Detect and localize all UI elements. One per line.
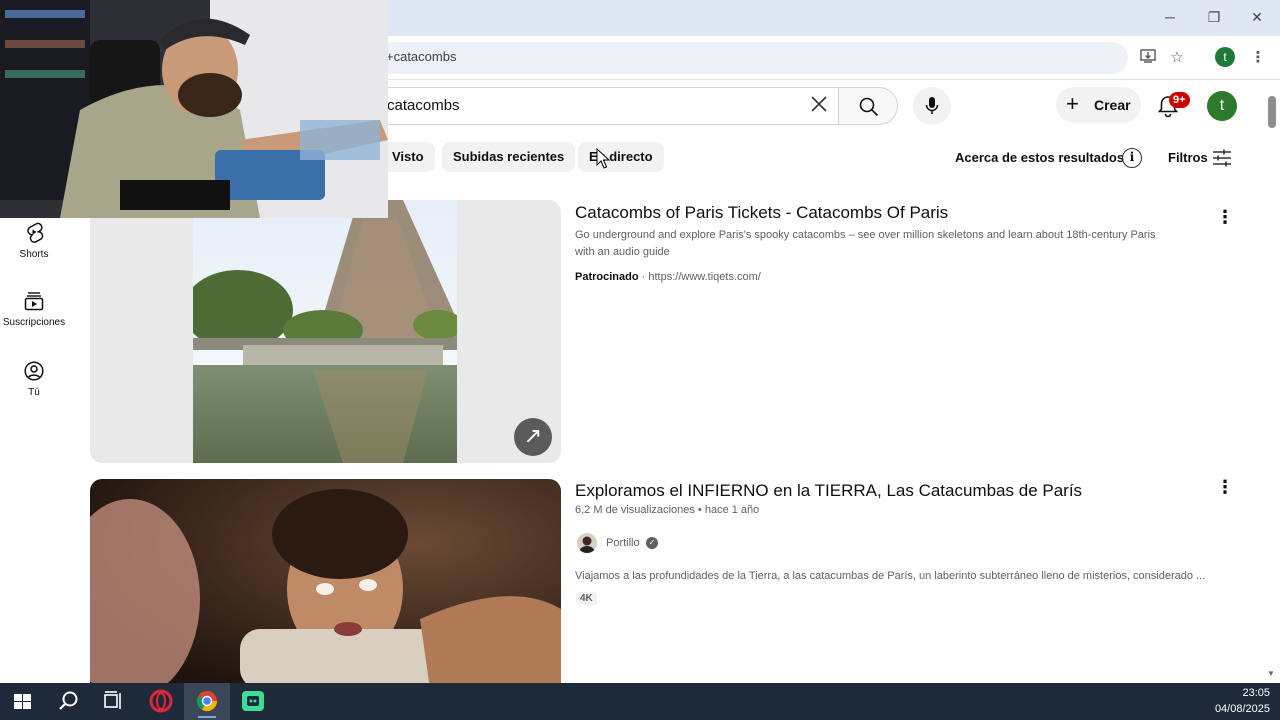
restore-button[interactable]: ❐ xyxy=(1198,6,1230,28)
scrollbar-thumb[interactable] xyxy=(1268,96,1276,128)
video-views: 6,2 M de visualizaciones xyxy=(575,504,695,516)
minimize-button[interactable]: ─ xyxy=(1154,6,1186,28)
shorts-icon xyxy=(27,222,44,243)
sidebar-item-shorts[interactable]: Shorts xyxy=(0,221,68,260)
filters-sliders-icon[interactable] xyxy=(1212,149,1232,167)
task-view-icon[interactable] xyxy=(90,683,136,720)
video-thumbnail[interactable] xyxy=(90,479,561,689)
sidebar-label-you: Tú xyxy=(28,387,40,398)
about-results-link[interactable]: Acerca de estos resultados xyxy=(955,150,1124,165)
ad-more-options-icon[interactable]: ⋮ xyxy=(1216,207,1234,227)
system-clock[interactable]: 23:05 04/08/2025 xyxy=(1215,685,1270,717)
clock-date: 04/08/2025 xyxy=(1214,703,1270,715)
chip-watched[interactable]: Visto xyxy=(381,142,435,172)
streaming-app-icon[interactable] xyxy=(230,683,276,720)
install-app-icon[interactable] xyxy=(1138,48,1158,68)
channel-avatar[interactable] xyxy=(577,533,597,553)
bookmark-star-icon[interactable]: ☆ xyxy=(1167,48,1187,68)
mouse-cursor-icon xyxy=(596,148,610,169)
microphone-icon xyxy=(925,97,939,114)
filters-button[interactable]: Filtros xyxy=(1168,150,1208,165)
chip-recent-uploads[interactable]: Subidas recientes xyxy=(442,142,576,172)
quality-badge: 4K xyxy=(576,592,597,605)
video-description: Viajamos a las profundidades de la Tierr… xyxy=(575,570,1206,582)
voice-search-button[interactable] xyxy=(913,87,951,125)
ad-description-line1: Go underground and explore Paris's spook… xyxy=(575,229,1156,241)
scroll-down-arrow[interactable]: ▼ xyxy=(1267,669,1275,678)
meta-separator: · xyxy=(641,271,646,283)
open-link-arrow-icon[interactable]: ↗ xyxy=(514,418,552,456)
ad-description-line2: with an audio guide xyxy=(575,246,670,258)
plus-icon: + xyxy=(1066,91,1079,116)
chrome-profile-avatar[interactable]: t xyxy=(1215,47,1235,67)
close-window-button[interactable]: ✕ xyxy=(1241,6,1273,28)
sidebar-label-shorts: Shorts xyxy=(19,249,49,260)
sidebar-label-subscriptions: Suscripciones xyxy=(2,317,66,328)
channel-name[interactable]: Portillo xyxy=(606,537,640,549)
create-label: Crear xyxy=(1094,97,1131,113)
video-more-options-icon[interactable]: ⋮ xyxy=(1216,477,1234,497)
create-button[interactable]: + Crear xyxy=(1056,87,1141,123)
subscriptions-icon xyxy=(24,292,44,311)
video-title[interactable]: Exploramos el INFIERNO en la TIERRA, Las… xyxy=(575,481,1082,501)
windows-start-icon[interactable] xyxy=(0,683,46,720)
video-thumbnail-image xyxy=(90,479,561,689)
webcam-image xyxy=(0,0,388,218)
address-bar-url: +catacombs xyxy=(386,49,457,64)
verified-check-icon: ✓ xyxy=(646,537,658,549)
search-icon xyxy=(859,97,879,117)
info-icon[interactable]: i xyxy=(1122,148,1142,168)
sidebar-item-you[interactable]: Tú xyxy=(0,361,68,398)
chrome-taskbar-icon[interactable] xyxy=(184,683,230,720)
notifications-badge: 9+ xyxy=(1169,92,1190,108)
search-taskbar-icon[interactable] xyxy=(46,683,92,720)
opera-browser-icon[interactable] xyxy=(138,683,184,720)
webcam-overlay xyxy=(0,0,388,218)
ad-thumbnail[interactable]: ↗ xyxy=(90,200,561,463)
search-button[interactable] xyxy=(838,87,898,125)
video-age: hace 1 año xyxy=(704,504,760,516)
windows-taskbar: 23:05 04/08/2025 xyxy=(0,683,1280,720)
sponsored-label: Patrocinado xyxy=(575,271,639,283)
chip-live[interactable]: En directo xyxy=(578,142,664,172)
eiffel-tower-image xyxy=(193,200,457,463)
you-icon xyxy=(24,361,44,381)
search-input[interactable]: catacombs xyxy=(370,87,838,125)
account-avatar[interactable]: t xyxy=(1207,91,1237,121)
ad-title[interactable]: Catacombs of Paris Tickets - Catacombs O… xyxy=(575,203,948,223)
chrome-menu-icon[interactable]: ⋮ xyxy=(1248,48,1268,68)
sidebar-item-subscriptions[interactable]: Suscripciones xyxy=(0,291,68,328)
clear-search-icon[interactable] xyxy=(806,93,832,119)
search-query: catacombs xyxy=(387,97,460,114)
video-meta: 6,2 M de visualizaciones • hace 1 año xyxy=(575,504,760,516)
clock-time: 23:05 xyxy=(1242,687,1270,699)
ad-url[interactable]: https://www.tiqets.com/ xyxy=(648,271,760,283)
ad-meta: Patrocinado · https://www.tiqets.com/ xyxy=(575,271,761,283)
